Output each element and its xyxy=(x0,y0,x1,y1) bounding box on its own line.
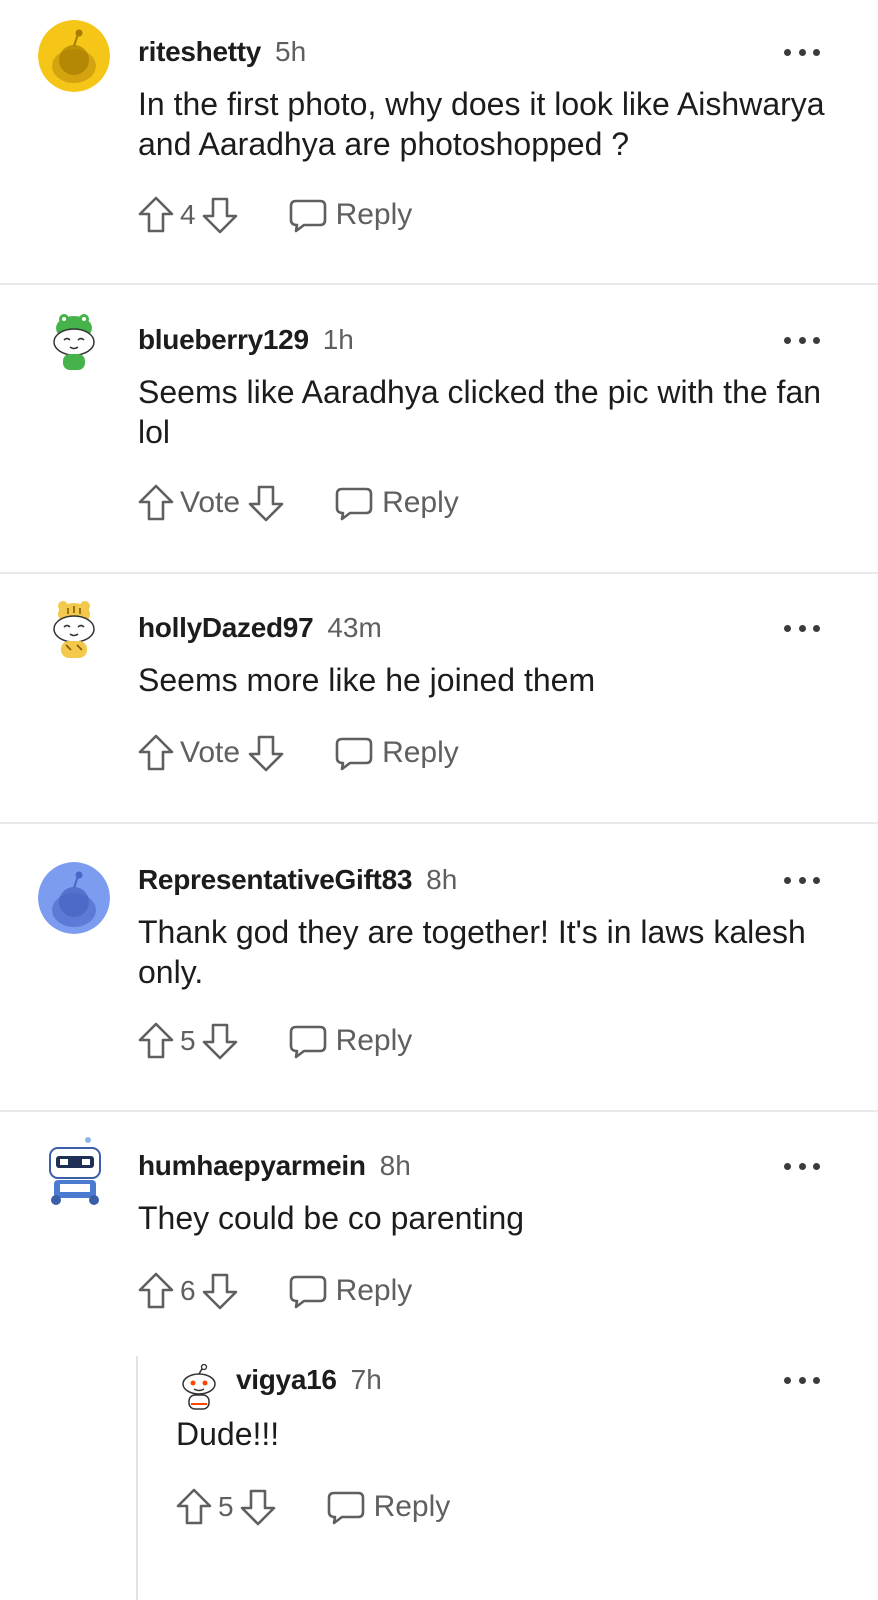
reply-label: Reply xyxy=(335,198,413,231)
divider xyxy=(0,1110,878,1112)
upvote-icon[interactable] xyxy=(136,1020,176,1062)
comment-actions: 5 Reply xyxy=(136,1018,412,1064)
snoo-avatar-icon xyxy=(182,1364,216,1410)
snoo-avatar-icon xyxy=(38,862,110,934)
username[interactable]: riteshetty xyxy=(138,36,261,68)
username[interactable]: humhaepyarmein xyxy=(138,1150,366,1182)
comment-text: In the first photo, why does it look lik… xyxy=(138,86,825,162)
reply-bubble-icon xyxy=(289,199,326,233)
upvote-icon[interactable] xyxy=(136,482,176,524)
username[interactable]: hollyDazed97 xyxy=(138,612,314,644)
comment-text: Seems more like he joined them xyxy=(138,662,596,698)
comment-text: They could be co parenting xyxy=(138,1200,525,1236)
comment: hollyDazed97 43m Seems more like he join… xyxy=(0,576,878,822)
comment-meta: blueberry129 1h xyxy=(138,324,354,358)
reply-label: Reply xyxy=(335,1274,413,1307)
avatar[interactable] xyxy=(38,20,110,92)
username[interactable]: blueberry129 xyxy=(138,324,309,356)
comment-actions: 6 Reply xyxy=(136,1268,412,1314)
comment-meta: riteshetty 5h xyxy=(138,36,306,70)
reply-button[interactable]: Reply xyxy=(334,484,459,522)
reply-button[interactable]: Reply xyxy=(288,1022,413,1060)
upvote-icon[interactable] xyxy=(174,1486,214,1528)
more-options-icon[interactable] xyxy=(784,1370,820,1390)
reply-label: Reply xyxy=(382,486,459,519)
comment-actions: 4 Reply xyxy=(136,192,412,238)
nested-comment: vigya16 7h Dude!!! 5 Reply xyxy=(0,1342,878,1600)
vote-count: 4 xyxy=(180,199,196,230)
tiger-avatar-icon xyxy=(53,601,95,658)
vote-label: Vote xyxy=(180,486,241,519)
avatar[interactable] xyxy=(46,598,102,662)
timestamp: 8h xyxy=(379,1150,411,1181)
divider xyxy=(0,572,878,574)
downvote-icon[interactable] xyxy=(246,482,286,524)
reply-bubble-icon xyxy=(289,1025,326,1059)
reply-bubble-icon xyxy=(289,1275,326,1309)
timestamp: 43m xyxy=(327,612,382,643)
downvote-icon[interactable] xyxy=(246,732,286,774)
divider xyxy=(0,283,878,285)
robot-avatar-icon xyxy=(49,1137,101,1205)
reply-bubble-icon xyxy=(335,737,373,771)
vote-count: 5 xyxy=(218,1491,234,1522)
timestamp: 1h xyxy=(322,324,354,355)
reply-button[interactable]: Reply xyxy=(326,1488,451,1526)
comment-meta: vigya16 7h xyxy=(236,1364,382,1398)
upvote-icon[interactable] xyxy=(136,194,176,236)
timestamp: 7h xyxy=(350,1364,382,1395)
comment-meta: hollyDazed97 43m xyxy=(138,612,382,646)
reply-button[interactable]: Reply xyxy=(334,734,459,772)
upvote-icon[interactable] xyxy=(136,1270,176,1312)
vote-count: 6 xyxy=(180,1275,196,1306)
comment-actions: Vote Reply xyxy=(136,730,459,776)
vote-count: 5 xyxy=(180,1025,196,1056)
reply-label: Reply xyxy=(373,1490,451,1523)
reply-bubble-icon xyxy=(335,487,373,521)
comment-text: Thank god they are together! It's in law… xyxy=(138,914,806,990)
comment-text: Dude!!! xyxy=(176,1416,280,1452)
downvote-icon[interactable] xyxy=(238,1486,278,1528)
comment: riteshetty 5h In the first photo, why do… xyxy=(0,0,878,284)
comment-meta: RepresentativeGift83 8h xyxy=(138,864,457,898)
comment-actions: Vote Reply xyxy=(136,480,459,526)
more-options-icon[interactable] xyxy=(784,42,820,62)
timestamp: 8h xyxy=(426,864,458,895)
comment: blueberry129 1h Seems like Aaradhya clic… xyxy=(0,288,878,572)
reply-label: Reply xyxy=(382,736,459,769)
avatar[interactable] xyxy=(176,1364,222,1416)
more-options-icon[interactable] xyxy=(784,618,820,638)
username[interactable]: vigya16 xyxy=(236,1364,337,1396)
reply-label: Reply xyxy=(335,1024,413,1057)
comment-meta: humhaepyarmein 8h xyxy=(138,1150,411,1184)
avatar[interactable] xyxy=(44,1134,106,1206)
avatar[interactable] xyxy=(46,310,102,374)
comment-actions: 5 Reply xyxy=(174,1484,450,1530)
upvote-icon[interactable] xyxy=(136,732,176,774)
more-options-icon[interactable] xyxy=(784,870,820,890)
comment-text: Seems like Aaradhya clicked the pic with… xyxy=(138,374,822,450)
frog-hat-avatar-icon xyxy=(53,314,95,370)
snoo-avatar-icon xyxy=(38,20,110,92)
downvote-icon[interactable] xyxy=(200,1270,240,1312)
more-options-icon[interactable] xyxy=(784,330,820,350)
downvote-icon[interactable] xyxy=(200,1020,240,1062)
divider xyxy=(0,822,878,824)
downvote-icon[interactable] xyxy=(200,194,240,236)
reply-button[interactable]: Reply xyxy=(288,196,413,234)
comment: humhaepyarmein 8h They could be co paren… xyxy=(0,1114,878,1600)
avatar[interactable] xyxy=(38,862,110,934)
more-options-icon[interactable] xyxy=(784,1156,820,1176)
username[interactable]: RepresentativeGift83 xyxy=(138,864,412,896)
vote-label: Vote xyxy=(180,736,241,769)
timestamp: 5h xyxy=(275,36,307,67)
reply-bubble-icon xyxy=(327,1491,364,1525)
comment: RepresentativeGift83 8h Thank god they a… xyxy=(0,826,878,1110)
reply-button[interactable]: Reply xyxy=(288,1272,413,1310)
